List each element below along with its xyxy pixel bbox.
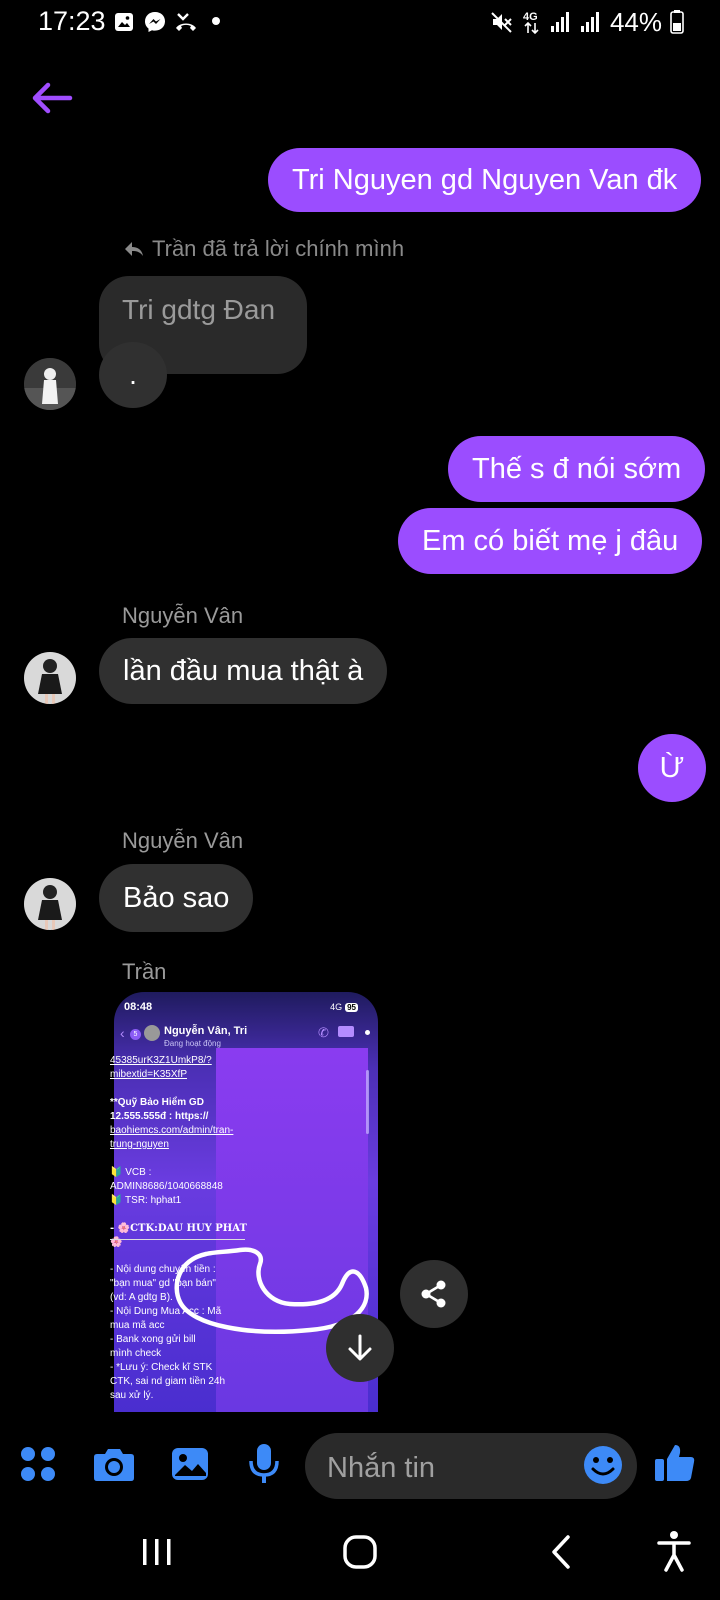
message-text: Tri Nguyen gd Nguyen Van đk xyxy=(292,163,678,196)
screenshot-back-icon: ‹ xyxy=(120,1025,125,1041)
share-icon xyxy=(421,1280,446,1308)
mute-icon xyxy=(491,12,512,33)
screenshot-video-icon xyxy=(338,1026,354,1037)
incoming-message[interactable]: . xyxy=(99,342,167,408)
screenshot-chat-status: Đang hoạt động xyxy=(164,1039,221,1048)
screenshot-call-icon: ✆ xyxy=(318,1025,329,1040)
back-arrow-icon[interactable] xyxy=(30,78,74,118)
screenshot-line: (vd: A gdtg B). xyxy=(110,1292,173,1303)
voice-button[interactable] xyxy=(246,1442,282,1486)
screenshot-avatar xyxy=(144,1025,160,1041)
screenshot-chat-title: Nguyễn Vân, Tri xyxy=(164,1025,248,1037)
reply-icon xyxy=(125,242,143,256)
4g-icon: 4G xyxy=(523,11,539,35)
incoming-message[interactable]: Bảo sao xyxy=(99,864,254,932)
message-text: Thế s đ nói sớm xyxy=(472,452,682,485)
signal-icon xyxy=(580,12,599,32)
screenshot-line: - *Lưu ý: Check kĩ STK xyxy=(110,1362,213,1373)
screenshot-line: 12.555.555đ : https:// xyxy=(110,1111,209,1122)
reply-label-text: Trần đã trả lời chính mình xyxy=(152,236,405,261)
screenshot-scrollbar xyxy=(366,1070,369,1134)
avatar[interactable] xyxy=(24,878,76,930)
screenshot-badge: 5 xyxy=(130,1029,141,1040)
status-time: 17:23 xyxy=(38,6,106,36)
status-right: 4G 44% xyxy=(490,6,684,38)
screenshot-line: mình check xyxy=(110,1348,162,1359)
gallery-icon xyxy=(115,13,133,31)
screenshot-line: trung-nguyen xyxy=(110,1139,169,1150)
screenshot-battery: 95 xyxy=(345,1002,358,1012)
navigation-bar xyxy=(0,1520,720,1600)
signal-icon xyxy=(550,12,569,32)
screenshot-network: 4G xyxy=(330,1002,343,1012)
screenshot-line: 45385urK3Z1UmkP8/? xyxy=(110,1055,212,1066)
dot-icon xyxy=(212,17,220,25)
screenshot-line: mua mã acc xyxy=(110,1320,165,1331)
screenshot-line: ADMIN8686/1040668848 xyxy=(110,1181,223,1192)
reply-quote-text: Tri gdtg Đan xyxy=(122,294,276,325)
avatar[interactable] xyxy=(24,358,76,410)
message-input-placeholder: Nhắn tin xyxy=(327,1452,436,1484)
camera-button[interactable] xyxy=(92,1444,136,1484)
sender-name: Nguyễn Vân xyxy=(122,828,244,853)
outgoing-message[interactable]: Em có biết mẹ j đâu xyxy=(398,508,703,574)
svg-text:4G: 4G xyxy=(523,11,538,23)
message-text: Bảo sao xyxy=(123,881,230,914)
like-button[interactable] xyxy=(652,1440,698,1486)
battery-icon xyxy=(670,10,684,34)
screenshot-status: 4G 95 xyxy=(330,1002,358,1012)
screenshot-dot-icon xyxy=(365,1030,370,1035)
camera-icon xyxy=(94,1449,134,1481)
gallery-button[interactable] xyxy=(170,1444,210,1484)
menu-button[interactable] xyxy=(18,1444,58,1484)
message-text: Ừ xyxy=(659,751,685,784)
screenshot-line: mibextid=K35XfP xyxy=(110,1069,187,1080)
screenshot-line: 🔰 TSR: hphat1 xyxy=(110,1195,182,1206)
outgoing-message[interactable]: Ừ xyxy=(638,734,706,802)
arrow-down-icon xyxy=(348,1334,372,1361)
message-text: Em có biết mẹ j đâu xyxy=(422,524,679,557)
status-bar: 17:23 4G 44% xyxy=(0,0,720,48)
avatar-photo xyxy=(24,652,76,704)
screenshot-line: 🔰 VCB : xyxy=(110,1167,152,1178)
missed-call-icon xyxy=(176,13,196,31)
home-icon[interactable] xyxy=(342,1534,378,1570)
screenshot-line: baohiemcs.com/admin/tran- xyxy=(110,1125,234,1136)
emoji-icon xyxy=(584,1446,622,1484)
accessibility-icon[interactable] xyxy=(656,1530,692,1572)
avatar-photo xyxy=(24,358,76,410)
share-button[interactable] xyxy=(400,1260,468,1328)
incoming-message[interactable]: lần đầu mua thật à xyxy=(99,638,388,704)
screenshot-line: sau xử lý. xyxy=(110,1390,154,1401)
screenshot-line: - 🌸CTK:DAU HUY PHAT xyxy=(110,1223,247,1234)
thumbs-up-icon xyxy=(655,1445,695,1481)
gallery-icon xyxy=(172,1448,208,1480)
battery-percent: 44% xyxy=(609,6,662,37)
back-icon[interactable] xyxy=(550,1534,572,1570)
message-text: lần đầu mua thật à xyxy=(123,654,364,687)
menu-icon xyxy=(21,1447,55,1481)
message-text: . xyxy=(129,359,137,390)
scroll-down-button[interactable] xyxy=(326,1314,394,1382)
outgoing-message[interactable]: Tri Nguyen gd Nguyen Van đk xyxy=(268,148,702,212)
screenshot-line: CTK, sai nd giam tiền 24h xyxy=(110,1376,226,1387)
messenger-icon xyxy=(145,12,165,32)
emoji-button[interactable] xyxy=(582,1444,624,1486)
avatar-photo xyxy=(24,878,76,930)
sender-name: Trần xyxy=(122,959,167,984)
outgoing-message[interactable]: Thế s đ nói sớm xyxy=(448,436,706,502)
screenshot-time: 08:48 xyxy=(124,1001,153,1013)
mic-icon xyxy=(249,1444,279,1483)
sender-name: Nguyễn Vân xyxy=(122,603,244,628)
reply-label: Trần đã trả lời chính mình xyxy=(124,236,404,262)
screenshot-line: **Quỹ Bảo Hiểm GD xyxy=(110,1097,204,1108)
recent-apps-icon[interactable] xyxy=(140,1536,174,1568)
screenshot-line: 🌸 xyxy=(110,1237,123,1248)
avatar[interactable] xyxy=(24,652,76,704)
